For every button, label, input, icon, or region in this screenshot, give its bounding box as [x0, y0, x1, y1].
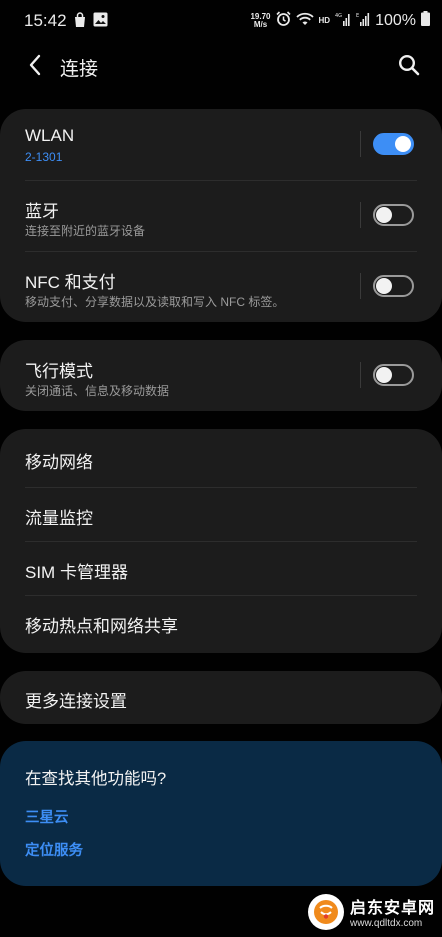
mobile-network-row[interactable]: 移动网络: [0, 429, 442, 487]
airplane-row[interactable]: 飞行模式 关闭通话、信息及移动数据: [0, 340, 442, 411]
watermark-logo-icon: [308, 893, 344, 930]
watermark-text: 启东安卓网: [350, 900, 436, 917]
airplane-toggle[interactable]: [373, 364, 414, 386]
watermark: 启东安卓网 www.qdltdx.com: [300, 886, 442, 937]
row-divider: [360, 273, 361, 299]
mobile-network-title: 移动网络: [25, 453, 93, 472]
data-usage-title: 流量监控: [25, 509, 93, 528]
wlan-toggle[interactable]: [373, 133, 414, 155]
network-card: 移动网络 流量监控 SIM 卡管理器 移动热点和网络共享: [0, 429, 442, 653]
hotspot-title: 移动热点和网络共享: [25, 617, 178, 636]
toggle-knob: [376, 278, 392, 294]
battery-icon: [421, 11, 430, 30]
bluetooth-toggle[interactable]: [373, 204, 414, 226]
row-divider: [360, 362, 361, 388]
bluetooth-title: 蓝牙: [25, 202, 59, 221]
signal-4g-icon: 4G: [335, 12, 351, 30]
toggle-knob: [376, 367, 392, 383]
svg-text:E: E: [356, 13, 359, 19]
nfc-subtitle: 移动支付、分享数据以及读取和写入 NFC 标签。: [25, 295, 285, 309]
bluetooth-subtitle: 连接至附近的蓝牙设备: [25, 224, 146, 238]
nfc-toggle[interactable]: [373, 275, 414, 297]
wifi-icon: [295, 12, 314, 30]
watermark-url: www.qdltdx.com: [350, 918, 423, 929]
toggle-knob: [376, 207, 392, 223]
shopping-bag-icon: [73, 12, 87, 33]
more-settings-card: 更多连接设置: [0, 671, 442, 724]
gallery-icon: [93, 12, 108, 33]
nfc-title: NFC 和支付: [25, 273, 116, 292]
location-services-link[interactable]: 定位服务: [25, 839, 83, 860]
svg-text:4G: 4G: [335, 13, 342, 19]
more-settings-row[interactable]: 更多连接设置: [0, 671, 442, 724]
sim-manager-title: SIM 卡管理器: [25, 563, 128, 582]
samsung-cloud-link[interactable]: 三星云: [25, 806, 69, 827]
hd-voice-indicator: HD: [318, 16, 331, 25]
sim-manager-row[interactable]: SIM 卡管理器: [0, 541, 442, 595]
bluetooth-row[interactable]: 蓝牙 连接至附近的蓝牙设备: [0, 180, 442, 251]
alarm-icon: [275, 11, 291, 30]
signal-e-icon: E: [356, 12, 370, 30]
connections-card: WLAN 2-1301 蓝牙 连接至附近的蓝牙设备 NFC 和支付 移动支付、分…: [0, 109, 442, 322]
data-usage-row[interactable]: 流量监控: [0, 487, 442, 541]
row-divider: [360, 131, 361, 157]
page-title: 连接: [60, 59, 99, 80]
suggestions-title: 在查找其他功能吗?: [25, 770, 167, 788]
search-button[interactable]: [394, 52, 424, 82]
status-bar: 15:42 19.70 M/s HD 4G E 100%: [0, 0, 442, 42]
status-time: 15:42: [24, 11, 67, 30]
search-icon: [398, 54, 420, 81]
net-speed: 19.70 M/s: [250, 11, 271, 29]
more-settings-title: 更多连接设置: [25, 692, 127, 711]
wlan-title: WLAN: [25, 126, 75, 145]
suggestions-card: 在查找其他功能吗? 三星云 定位服务: [0, 741, 442, 886]
chevron-left-icon: [28, 54, 42, 81]
wlan-network-name: 2-1301: [25, 150, 63, 164]
app-bar: 连接: [0, 44, 442, 90]
nfc-row[interactable]: NFC 和支付 移动支付、分享数据以及读取和写入 NFC 标签。: [0, 251, 442, 322]
back-button[interactable]: [20, 52, 50, 82]
hotspot-row[interactable]: 移动热点和网络共享: [0, 595, 442, 653]
battery-percent: 100%: [375, 11, 416, 29]
wlan-row[interactable]: WLAN 2-1301: [0, 109, 442, 181]
airplane-title: 飞行模式: [25, 362, 93, 381]
airplane-subtitle: 关闭通话、信息及移动数据: [25, 384, 170, 398]
toggle-knob: [395, 136, 411, 152]
row-divider: [360, 202, 361, 228]
airplane-card: 飞行模式 关闭通话、信息及移动数据: [0, 340, 442, 411]
